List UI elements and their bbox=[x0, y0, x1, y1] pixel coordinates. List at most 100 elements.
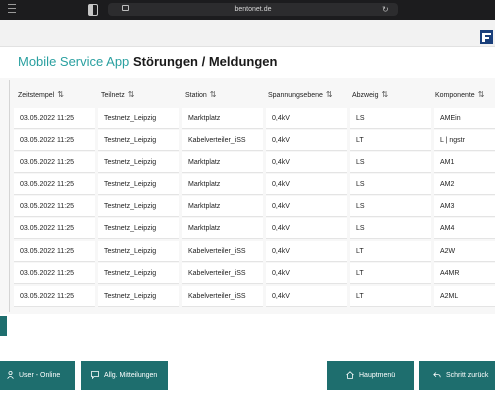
column-header-spannungsebene[interactable]: Spannungsebene ⇅ bbox=[268, 82, 333, 108]
scroll-rail[interactable] bbox=[0, 80, 10, 312]
cell-komponente: AM1 bbox=[434, 152, 495, 173]
cell-station: Marktplatz bbox=[182, 196, 263, 217]
cell-spannungsebene: 0,4kV bbox=[266, 196, 347, 217]
cell-teilnetz: Testnetz_Leipzig bbox=[98, 241, 179, 262]
browser-toolbar: bentonet.de ↻ bbox=[0, 0, 495, 20]
cell-station: Kabelverteiler_iSS bbox=[182, 263, 263, 284]
cell-abzweig: LS bbox=[350, 108, 431, 129]
sort-icon[interactable]: ⇅ bbox=[478, 90, 485, 99]
side-tab-handle[interactable] bbox=[0, 316, 7, 336]
cell-komponente: AM3 bbox=[434, 196, 495, 217]
cell-station: Marktplatz bbox=[182, 174, 263, 195]
cell-spannungsebene: 0,4kV bbox=[266, 218, 347, 239]
table-row[interactable]: 03.05.2022 11:25 Testnetz_Leipzig Marktp… bbox=[14, 108, 495, 130]
column-header-station[interactable]: Station ⇅ bbox=[185, 82, 217, 108]
cell-teilnetz: Testnetz_Leipzig bbox=[98, 108, 179, 129]
cell-spannungsebene: 0,4kV bbox=[266, 241, 347, 262]
cell-zeitstempel: 03.05.2022 11:25 bbox=[14, 218, 95, 239]
cell-teilnetz: Testnetz_Leipzig bbox=[98, 218, 179, 239]
column-header-label: Abzweig bbox=[352, 92, 379, 99]
general-messages-button[interactable]: Allg. Mitteilungen bbox=[81, 361, 168, 390]
sort-icon[interactable]: ⇅ bbox=[210, 90, 217, 99]
cell-station: Kabelverteiler_iSS bbox=[182, 130, 263, 151]
column-header-komponente[interactable]: Komponente ⇅ bbox=[435, 82, 484, 108]
company-logo bbox=[480, 30, 493, 44]
user-icon bbox=[7, 371, 14, 379]
cell-zeitstempel: 03.05.2022 11:25 bbox=[14, 286, 95, 307]
cell-station: Kabelverteiler_iSS bbox=[182, 286, 263, 307]
table-row[interactable]: 03.05.2022 11:25 Testnetz_Leipzig Kabelv… bbox=[14, 130, 495, 152]
user-online-label: User - Online bbox=[19, 372, 61, 379]
cell-spannungsebene: 0,4kV bbox=[266, 263, 347, 284]
table-row[interactable]: 03.05.2022 11:25 Testnetz_Leipzig Kabelv… bbox=[14, 263, 495, 285]
cell-komponente: AM4 bbox=[434, 218, 495, 239]
cell-spannungsebene: 0,4kV bbox=[266, 286, 347, 307]
cell-teilnetz: Testnetz_Leipzig bbox=[98, 130, 179, 151]
address-bar[interactable]: bentonet.de bbox=[108, 3, 398, 16]
sidebar-icon[interactable] bbox=[8, 4, 16, 5]
home-icon bbox=[346, 371, 354, 379]
cell-zeitstempel: 03.05.2022 11:25 bbox=[14, 196, 95, 217]
cell-abzweig: LS bbox=[350, 196, 431, 217]
cell-spannungsebene: 0,4kV bbox=[266, 152, 347, 173]
cell-station: Marktplatz bbox=[182, 152, 263, 173]
table-row[interactable]: 03.05.2022 11:25 Testnetz_Leipzig Marktp… bbox=[14, 174, 495, 196]
address-url: bentonet.de bbox=[234, 6, 272, 13]
column-header-zeitstempel[interactable]: Zeitstempel ⇅ bbox=[18, 82, 64, 108]
sort-icon[interactable]: ⇅ bbox=[128, 90, 135, 99]
sort-icon[interactable]: ⇅ bbox=[57, 90, 64, 99]
sort-icon[interactable]: ⇅ bbox=[381, 90, 388, 99]
column-header-label: Station bbox=[185, 92, 207, 99]
cell-station: Marktplatz bbox=[182, 218, 263, 239]
app-header bbox=[0, 20, 495, 47]
column-header-label: Teilnetz bbox=[101, 92, 125, 99]
main-menu-button[interactable]: Hauptmenü bbox=[327, 361, 414, 390]
lock-icon bbox=[122, 5, 129, 11]
cell-zeitstempel: 03.05.2022 11:25 bbox=[14, 174, 95, 195]
cell-teilnetz: Testnetz_Leipzig bbox=[98, 263, 179, 284]
cell-zeitstempel: 03.05.2022 11:25 bbox=[14, 152, 95, 173]
reload-icon[interactable]: ↻ bbox=[382, 3, 389, 16]
cell-komponente: A2ML bbox=[434, 286, 495, 307]
cell-komponente: AM2 bbox=[434, 174, 495, 195]
table-row[interactable]: 03.05.2022 11:25 Testnetz_Leipzig Marktp… bbox=[14, 196, 495, 218]
cell-abzweig: LT bbox=[350, 286, 431, 307]
cell-abzweig: LT bbox=[350, 241, 431, 262]
cell-station: Marktplatz bbox=[182, 108, 263, 129]
cell-teilnetz: Testnetz_Leipzig bbox=[98, 286, 179, 307]
cell-komponente: AMEin bbox=[434, 108, 495, 129]
column-header-teilnetz[interactable]: Teilnetz ⇅ bbox=[101, 82, 134, 108]
step-back-button[interactable]: Schritt zurück bbox=[419, 361, 495, 390]
sort-icon[interactable]: ⇅ bbox=[326, 90, 333, 99]
cell-abzweig: LT bbox=[350, 263, 431, 284]
general-messages-label: Allg. Mitteilungen bbox=[104, 372, 158, 379]
cell-spannungsebene: 0,4kV bbox=[266, 174, 347, 195]
cell-zeitstempel: 03.05.2022 11:25 bbox=[14, 241, 95, 262]
cell-abzweig: LS bbox=[350, 218, 431, 239]
back-arrow-icon bbox=[433, 372, 441, 378]
table-row[interactable]: 03.05.2022 11:25 Testnetz_Leipzig Marktp… bbox=[14, 218, 495, 240]
cell-teilnetz: Testnetz_Leipzig bbox=[98, 174, 179, 195]
cell-teilnetz: Testnetz_Leipzig bbox=[98, 152, 179, 173]
column-header-abzweig[interactable]: Abzweig ⇅ bbox=[352, 82, 388, 108]
cell-teilnetz: Testnetz_Leipzig bbox=[98, 196, 179, 217]
cell-spannungsebene: 0,4kV bbox=[266, 108, 347, 129]
cell-spannungsebene: 0,4kV bbox=[266, 130, 347, 151]
cell-komponente: A4MR bbox=[434, 263, 495, 284]
cell-komponente: L | ngstr bbox=[434, 130, 495, 151]
column-header-label: Spannungsebene bbox=[268, 92, 323, 99]
user-online-button[interactable]: User - Online bbox=[0, 361, 75, 390]
cell-abzweig: LS bbox=[350, 174, 431, 195]
main-menu-label: Hauptmenü bbox=[359, 372, 396, 379]
column-header-label: Komponente bbox=[435, 92, 475, 99]
step-back-label: Schritt zurück bbox=[446, 372, 489, 379]
table-row[interactable]: 03.05.2022 11:25 Testnetz_Leipzig Kabelv… bbox=[14, 286, 495, 308]
cell-komponente: A2W bbox=[434, 241, 495, 262]
table-row[interactable]: 03.05.2022 11:25 Testnetz_Leipzig Marktp… bbox=[14, 152, 495, 174]
table-row[interactable]: 03.05.2022 11:25 Testnetz_Leipzig Kabelv… bbox=[14, 241, 495, 263]
cell-zeitstempel: 03.05.2022 11:25 bbox=[14, 263, 95, 284]
column-header-label: Zeitstempel bbox=[18, 92, 55, 99]
tab-overview-icon[interactable] bbox=[88, 4, 98, 16]
cell-abzweig: LS bbox=[350, 152, 431, 173]
cell-zeitstempel: 03.05.2022 11:25 bbox=[14, 108, 95, 129]
